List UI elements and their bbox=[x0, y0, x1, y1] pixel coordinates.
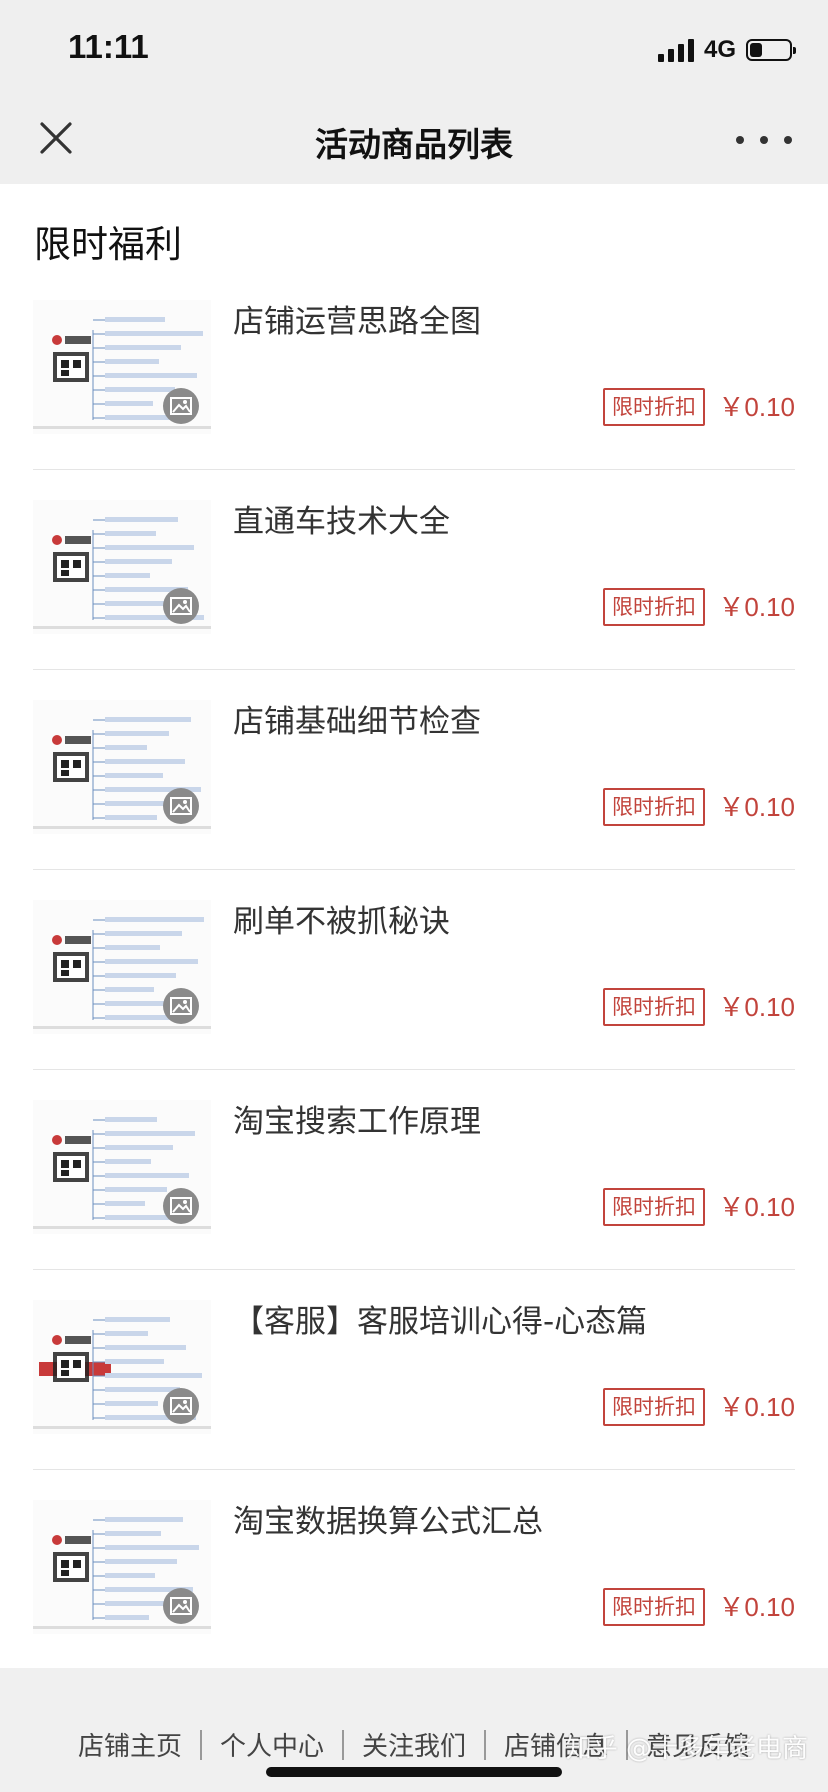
image-icon bbox=[163, 1588, 199, 1624]
section-title: 限时福利 bbox=[34, 223, 182, 266]
network-type: 4G bbox=[703, 36, 736, 63]
list-item[interactable]: 直通车技术大全限时折扣 ￥0.10 bbox=[33, 470, 795, 670]
product-thumbnail bbox=[33, 700, 211, 834]
product-title[interactable]: 店铺基础细节检查 bbox=[233, 696, 481, 741]
product-title[interactable]: 【客服】客服培训心得-心态篇 bbox=[233, 1296, 647, 1341]
status-bar: 11:11 4G bbox=[0, 0, 828, 100]
discount-tag: 限时折扣 bbox=[603, 1588, 705, 1626]
product-thumbnail bbox=[33, 1500, 211, 1634]
product-price: ￥0.10 bbox=[718, 392, 795, 422]
footer-link[interactable]: 店铺主页 bbox=[60, 1726, 200, 1763]
image-icon bbox=[163, 588, 199, 624]
image-icon bbox=[163, 1388, 199, 1424]
nav-bar: 活动商品列表 bbox=[0, 100, 828, 184]
product-title[interactable]: 直通车技术大全 bbox=[233, 496, 450, 541]
product-price: ￥0.10 bbox=[718, 1192, 795, 1222]
product-thumbnail bbox=[33, 900, 211, 1034]
list-item[interactable]: 店铺基础细节检查限时折扣 ￥0.10 bbox=[33, 670, 795, 870]
discount-tag: 限时折扣 bbox=[603, 988, 705, 1026]
list-item[interactable]: 【客服】客服培训心得-心态篇限时折扣 ￥0.10 bbox=[33, 1270, 795, 1470]
product-title[interactable]: 店铺运营思路全图 bbox=[233, 296, 481, 341]
discount-tag: 限时折扣 bbox=[603, 788, 705, 826]
product-title[interactable]: 淘宝数据换算公式汇总 bbox=[233, 1496, 543, 1541]
product-thumbnail bbox=[33, 500, 211, 634]
footer-link[interactable]: 个人中心 bbox=[202, 1726, 342, 1763]
image-icon bbox=[163, 788, 199, 824]
page-title: 活动商品列表 bbox=[315, 125, 513, 164]
image-icon bbox=[163, 988, 199, 1024]
list-item[interactable]: 淘宝搜索工作原理限时折扣 ￥0.10 bbox=[33, 1070, 795, 1270]
product-price: ￥0.10 bbox=[718, 1592, 795, 1622]
image-icon bbox=[163, 388, 199, 424]
list-item[interactable]: 刷单不被抓秘诀限时折扣 ￥0.10 bbox=[33, 870, 795, 1070]
product-price: ￥0.10 bbox=[718, 992, 795, 1022]
product-list: 店铺运营思路全图 限时折扣 ￥0.10 直通车技术大全 限时折扣 ￥0.10 店铺基础细节检… bbox=[33, 270, 795, 1670]
image-icon bbox=[163, 1188, 199, 1224]
product-title[interactable]: 淘宝搜索工作原理 bbox=[233, 1096, 481, 1141]
home-indicator bbox=[266, 1767, 562, 1777]
list-item[interactable]: 淘宝数据换算公式汇总限时折扣 ￥0.10 bbox=[33, 1470, 795, 1670]
discount-tag: 限时折扣 bbox=[603, 1388, 705, 1426]
product-title[interactable]: 刷单不被抓秘诀 bbox=[233, 896, 450, 941]
footer-link[interactable]: 关注我们 bbox=[344, 1726, 484, 1763]
signal-icon bbox=[657, 38, 694, 62]
list-item[interactable]: 店铺运营思路全图限时折扣 ￥0.10 bbox=[33, 270, 795, 470]
discount-tag: 限时折扣 bbox=[603, 588, 705, 626]
status-indicators: 4G bbox=[657, 36, 796, 64]
discount-tag: 限时折扣 bbox=[603, 1188, 705, 1226]
product-thumbnail bbox=[33, 1300, 211, 1434]
discount-tag: 限时折扣 bbox=[603, 388, 705, 426]
product-thumbnail bbox=[33, 1100, 211, 1234]
product-price: ￥0.10 bbox=[718, 592, 795, 622]
status-time: 11:11 bbox=[68, 28, 149, 65]
product-price: ￥0.10 bbox=[718, 1392, 795, 1422]
battery-icon bbox=[746, 39, 796, 61]
watermark: 知乎 @十多年老电商 bbox=[565, 1734, 808, 1764]
more-icon[interactable] bbox=[736, 130, 792, 150]
product-thumbnail bbox=[33, 300, 211, 434]
product-price: ￥0.10 bbox=[718, 792, 795, 822]
